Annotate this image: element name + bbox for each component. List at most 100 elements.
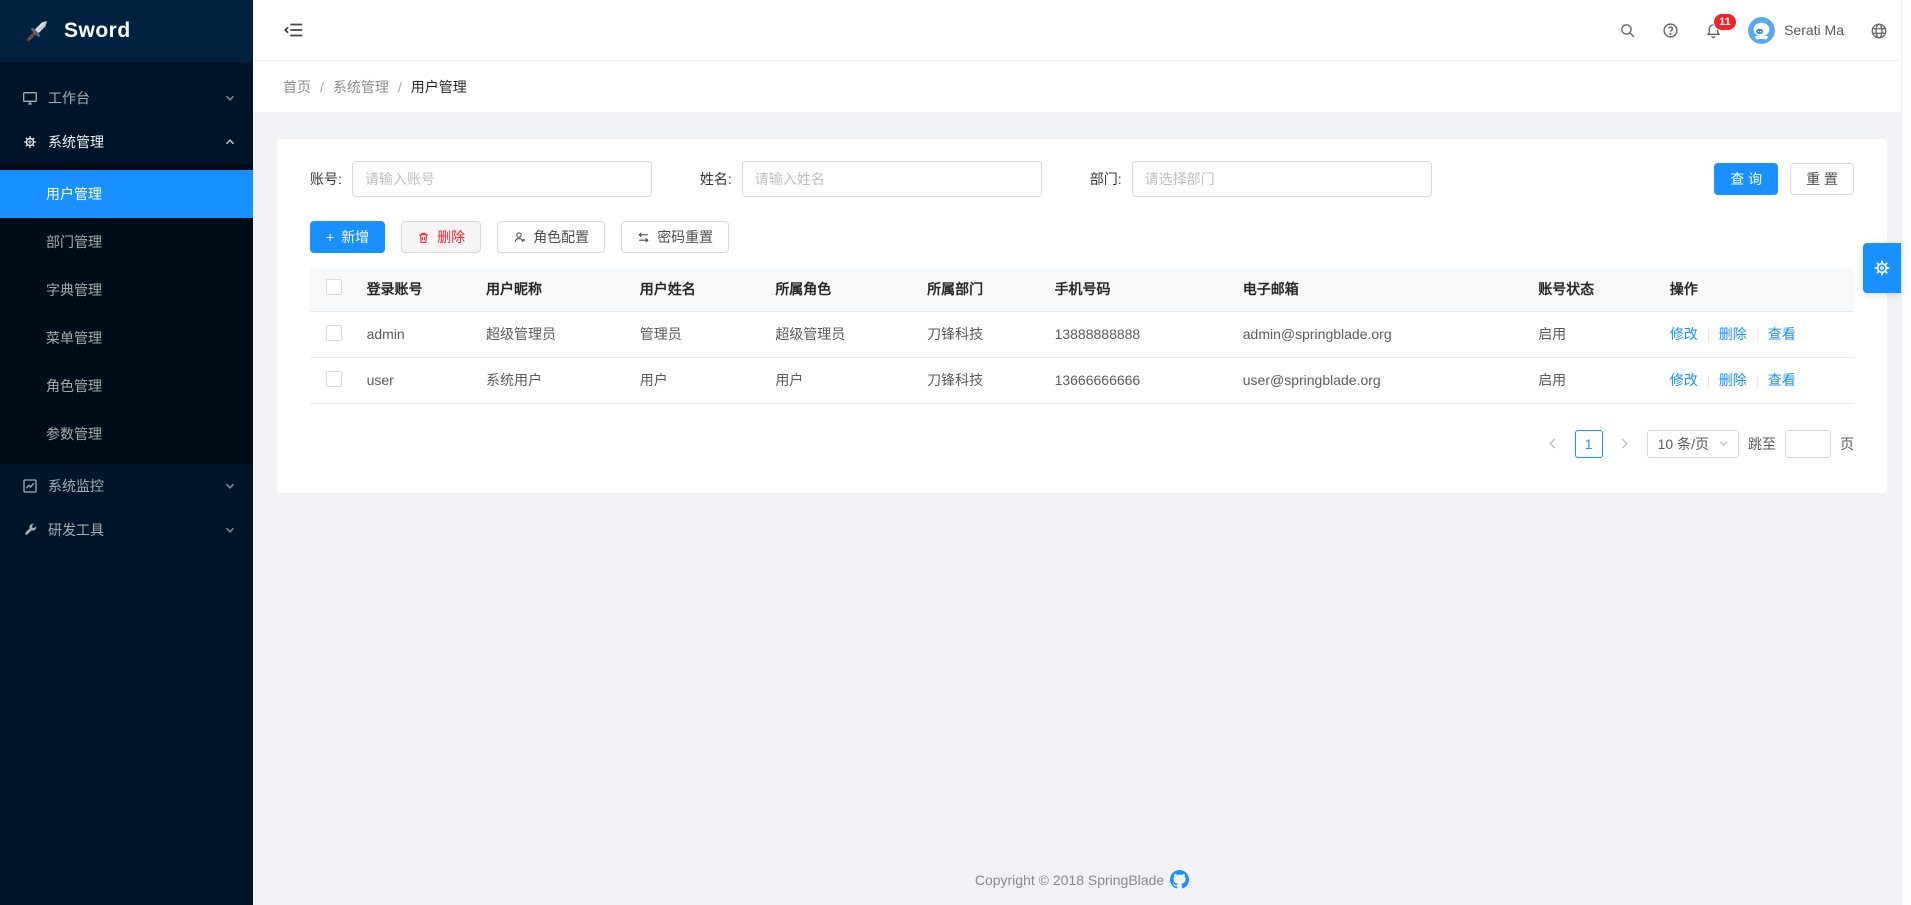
account-input[interactable] [352, 161, 652, 197]
cell-role: 用户 [767, 357, 919, 403]
col-email: 电子邮箱 [1235, 267, 1530, 311]
delete-link[interactable]: 删除 [1719, 372, 1747, 388]
page-content: 账号: 姓名: 部门: 查 询 [253, 112, 1911, 905]
add-button[interactable]: + 新增 [310, 221, 385, 253]
col-nickname: 用户昵称 [478, 267, 632, 311]
page-number-1[interactable]: 1 [1575, 430, 1603, 458]
page-footer: Copyright © 2018 SpringBlade [277, 856, 1887, 905]
cell-phone: 13888888888 [1047, 311, 1235, 357]
app-root: Sword 工作台 [0, 0, 1911, 905]
github-icon[interactable] [1170, 870, 1189, 889]
sidebar-item-system-monitor[interactable]: 系统监控 [0, 464, 253, 508]
edit-link[interactable]: 修改 [1670, 372, 1698, 388]
sidebar-item-user-mgmt[interactable]: 用户管理 [0, 170, 253, 218]
help-icon[interactable] [1662, 22, 1679, 39]
sidebar: Sword 工作台 [0, 0, 253, 905]
user-add-icon [513, 231, 526, 244]
sidebar-item-system-mgmt[interactable]: 系统管理 [0, 120, 253, 164]
cell-status: 启用 [1530, 357, 1662, 403]
sidebar-item-role-mgmt[interactable]: 角色管理 [0, 362, 253, 410]
table-row: admin 超级管理员 管理员 超级管理员 刀锋科技 13888888888 a… [310, 311, 1854, 357]
prev-page-icon[interactable] [1540, 431, 1566, 457]
sidebar-item-label: 参数管理 [46, 424, 102, 444]
delete-link[interactable]: 删除 [1719, 326, 1747, 342]
sidebar-item-dev-tools[interactable]: 研发工具 [0, 508, 253, 552]
header-controls: 11 Serati Ma [1619, 17, 1887, 44]
role-config-button[interactable]: 角色配置 [497, 221, 605, 253]
breadcrumb-separator: / [398, 79, 402, 95]
settings-button[interactable] [1863, 243, 1901, 293]
delete-button[interactable]: 删除 [401, 221, 481, 253]
filter-buttons: 查 询 重 置 [1714, 163, 1854, 195]
user-menu[interactable]: Serati Ma [1748, 17, 1844, 44]
cell-dept: 刀锋科技 [919, 357, 1046, 403]
view-link[interactable]: 查看 [1768, 372, 1796, 388]
breadcrumb-home[interactable]: 首页 [283, 77, 311, 97]
select-all-checkbox[interactable] [326, 279, 342, 295]
search-button[interactable]: 查 询 [1714, 163, 1778, 195]
account-label: 账号: [310, 169, 342, 189]
table-row: user 系统用户 用户 用户 刀锋科技 13666666666 user@sp… [310, 357, 1854, 403]
page-suffix: 页 [1840, 434, 1854, 454]
jump-page-input[interactable] [1785, 430, 1831, 458]
row-checkbox[interactable] [326, 325, 342, 341]
notifications-button[interactable]: 11 [1705, 22, 1722, 39]
password-reset-button[interactable]: 密码重置 [621, 221, 729, 253]
dept-select[interactable] [1132, 161, 1432, 197]
cell-ops: 修改 删除 查看 [1662, 357, 1854, 403]
search-button-label: 查 询 [1730, 169, 1762, 189]
edit-link[interactable]: 修改 [1670, 326, 1698, 342]
name-label: 姓名: [700, 169, 732, 189]
chevron-down-icon [1719, 439, 1728, 448]
cell-account: user [359, 357, 478, 403]
filter-account: 账号: [310, 161, 652, 197]
filter-dept: 部门: [1090, 161, 1432, 197]
main-area: 11 Serati Ma [253, 0, 1911, 905]
cell-nickname: 超级管理员 [478, 311, 632, 357]
password-reset-button-label: 密码重置 [657, 227, 713, 247]
sidebar-item-dept-mgmt[interactable]: 部门管理 [0, 218, 253, 266]
sidebar-item-label: 系统监控 [48, 476, 225, 496]
app-logo[interactable]: Sword [0, 0, 253, 62]
trash-icon [417, 231, 430, 244]
sidebar-nav: 工作台 系统管理 用户管理 [0, 62, 253, 552]
sidebar-item-menu-mgmt[interactable]: 菜单管理 [0, 314, 253, 362]
sidebar-item-param-mgmt[interactable]: 参数管理 [0, 410, 253, 458]
col-account: 登录账号 [359, 267, 478, 311]
sidebar-item-dict-mgmt[interactable]: 字典管理 [0, 266, 253, 314]
breadcrumb-section[interactable]: 系统管理 [333, 77, 389, 97]
scrollbar-track[interactable] [1901, 0, 1911, 905]
row-checkbox[interactable] [326, 371, 342, 387]
cell-email: user@springblade.org [1235, 357, 1530, 403]
reset-button-label: 重 置 [1806, 169, 1838, 189]
sidebar-submenu-system-mgmt: 用户管理 部门管理 字典管理 菜单管理 角色管理 参数管理 [0, 164, 253, 464]
page-size-select[interactable]: 10 条/页 [1647, 430, 1739, 458]
cell-name: 管理员 [632, 311, 768, 357]
divider [1708, 329, 1709, 342]
settings-gear-icon [1872, 258, 1892, 278]
top-header: 11 Serati Ma [253, 0, 1911, 60]
search-icon[interactable] [1619, 22, 1636, 39]
swap-icon [637, 231, 650, 244]
view-link[interactable]: 查看 [1768, 326, 1796, 342]
cell-role: 超级管理员 [767, 311, 919, 357]
plus-icon: + [326, 229, 334, 245]
copyright-text: Copyright © 2018 SpringBlade [975, 872, 1164, 888]
col-name: 用户姓名 [632, 267, 768, 311]
menu-fold-icon[interactable] [283, 19, 305, 41]
globe-icon[interactable] [1870, 22, 1887, 39]
name-input[interactable] [742, 161, 1042, 197]
breadcrumb: 首页 / 系统管理 / 用户管理 [253, 60, 1911, 112]
add-button-label: 新增 [341, 227, 369, 247]
breadcrumb-current: 用户管理 [411, 77, 467, 97]
sword-logo-icon [22, 16, 52, 46]
next-page-icon[interactable] [1612, 431, 1638, 457]
chevron-down-icon [225, 481, 235, 491]
chevron-down-icon [225, 525, 235, 535]
sidebar-item-label: 角色管理 [46, 376, 102, 396]
cell-dept: 刀锋科技 [919, 311, 1046, 357]
reset-button[interactable]: 重 置 [1790, 163, 1854, 195]
sidebar-item-workbench[interactable]: 工作台 [0, 76, 253, 120]
role-config-button-label: 角色配置 [533, 227, 589, 247]
table-toolbar: + 新增 删除 [310, 221, 1854, 253]
